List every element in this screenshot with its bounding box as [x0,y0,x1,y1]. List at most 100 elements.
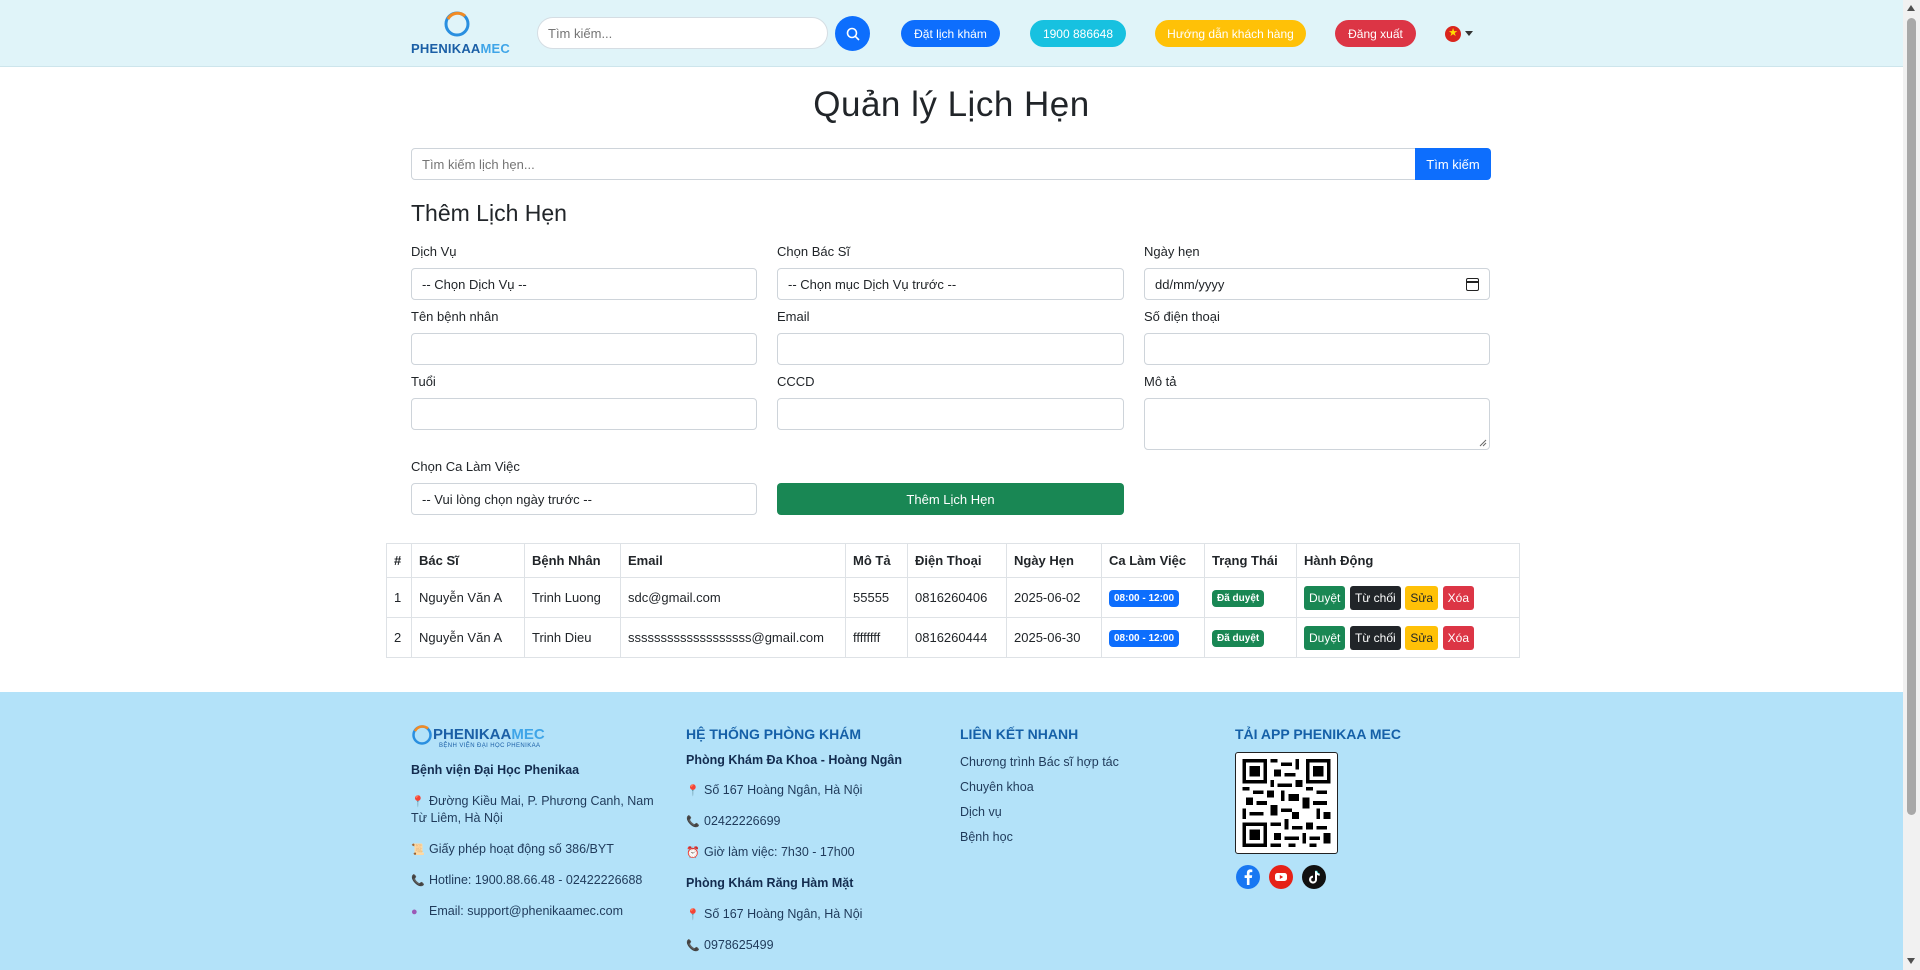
service-select-value: -- Chọn Dịch Vụ -- [422,276,527,292]
link-partner-doctors[interactable]: Chương trình Bác sĩ hợp tác [960,755,1119,769]
pin-icon: 📍 [686,785,700,797]
quick-links-heading: LIÊN KẾT NHANH [960,726,1079,742]
row-doctor: Nguyễn Văn A [411,577,525,618]
phone-label: Số điện thoại [1144,309,1220,324]
edit-button[interactable]: Sửa [1405,625,1439,650]
link-specialties[interactable]: Chuyên khoa [960,780,1034,794]
phone-icon: 📞 [686,940,700,952]
add-appointment-button[interactable]: Thêm Lịch Hẹn [777,483,1124,515]
email-input[interactable] [777,333,1124,365]
qr-code-icon [1242,759,1331,847]
table-row: 1 Nguyễn Văn A Trinh Luong sdc@gmail.com… [386,577,1520,618]
hotline-text: 📞 Hotline: 1900.88.66.48 - 02422226688 [411,873,643,887]
scrollbar-thumb[interactable] [1907,18,1916,815]
header-search-button[interactable] [835,16,870,51]
table-row: 2 Nguyễn Văn A Trinh Dieu ssssssssssssss… [386,617,1520,658]
row-actions: Duyệt Từ chối Sửa Xóa [1296,617,1520,658]
row-email: sdc@gmail.com [620,577,846,618]
book-appointment-button[interactable]: Đặt lịch khám [901,20,1000,47]
delete-button[interactable]: Xóa [1442,585,1475,610]
service-select[interactable]: -- Chọn Dịch Vụ -- [411,268,757,300]
clinic2-address: 📍 Số 167 Hoàng Ngân, Hà Nội [686,907,863,921]
row-email: sssssssssssssssssss@gmail.com [620,617,846,658]
page-title: Quản lý Lịch Hẹn [813,85,1090,124]
scroll-down-arrow-icon[interactable] [1907,958,1915,964]
resize-handle-icon[interactable] [1479,439,1487,447]
logout-button[interactable]: Đăng xuất [1335,20,1416,47]
pin-icon: 📍 [686,909,700,921]
page-scrollbar[interactable] [1903,0,1920,970]
doctor-select[interactable]: -- Chọn mục Dịch Vụ trước -- [777,268,1124,300]
patient-name-input[interactable] [411,333,757,365]
col-date-header: Ngày Hẹn [1006,543,1102,578]
logo-text: PHENIKAAMEC [411,41,510,56]
language-selector[interactable]: ★ [1445,21,1489,46]
row-description: ffffffff [845,617,908,658]
link-diseases[interactable]: Bệnh học [960,830,1013,844]
email-text: ● Email: support@phenikaamec.com [411,904,624,918]
app-heading: TẢI APP PHENIKAA MEC [1235,726,1401,742]
delete-button[interactable]: Xóa [1442,625,1475,650]
col-description-header: Mô Tả [845,543,908,578]
hospital-name: Bệnh viện Đại Học Phenikaa [411,763,580,777]
logo-mark-icon [444,11,470,37]
description-textarea[interactable] [1144,398,1490,450]
table-header-row: # Bác Sĩ Bệnh Nhân Email Mô Tả Điện Thoạ… [386,543,1520,578]
row-status-cell: Đã duyệt [1204,577,1297,618]
status-badge: Đã duyệt [1212,629,1265,647]
appointment-search-input[interactable] [411,148,1416,180]
age-input[interactable] [411,398,757,430]
clinic1-name: Phòng Khám Đa Khoa - Hoàng Ngân [686,753,902,767]
clinics-heading: HỆ THỐNG PHÒNG KHÁM [686,726,861,742]
license-text: 📜 Giấy phép hoạt động số 386/BYT [411,842,614,856]
service-label: Dịch Vụ [411,244,457,259]
site-logo[interactable]: PHENIKAAMEC [411,10,510,56]
col-email-header: Email [620,543,846,578]
phone-input[interactable] [1144,333,1490,365]
reject-button[interactable]: Từ chối [1349,625,1401,650]
search-icon [846,27,860,41]
row-doctor: Nguyễn Văn A [411,617,525,658]
row-number: 1 [386,577,412,618]
date-input[interactable]: dd/mm/yyyy [1144,268,1490,300]
shift-badge: 08:00 - 12:00 [1109,589,1180,607]
site-header: PHENIKAAMEC Đặt lịch khám 1900 886648 Hư… [0,0,1903,67]
form-title: Thêm Lịch Hẹn [411,200,567,226]
link-services[interactable]: Dịch vụ [960,805,1002,819]
reject-button[interactable]: Từ chối [1349,585,1401,610]
row-phone: 0816260406 [907,577,1007,618]
youtube-icon[interactable] [1269,865,1293,889]
row-shift-cell: 08:00 - 12:00 [1101,577,1205,618]
clinic1-address: 📍 Số 167 Hoàng Ngân, Hà Nội [686,783,863,797]
vietnam-flag-icon: ★ [1445,25,1461,42]
tiktok-icon[interactable] [1302,865,1326,889]
clinic1-hours: ⏰ Giờ làm việc: 7h30 - 17h00 [686,845,855,859]
facebook-icon[interactable] [1236,865,1260,889]
row-patient: Trinh Dieu [524,617,621,658]
appointment-search-button[interactable]: Tìm kiếm [1415,148,1491,180]
footer-logo-subtitle: BỆNH VIỆN ĐẠI HỌC PHENIKAA [439,743,541,749]
row-date: 2025-06-02 [1006,577,1102,618]
shift-select[interactable]: -- Vui lòng chọn ngày trước -- [411,483,757,515]
clinic2-name: Phòng Khám Răng Hàm Mặt [686,876,854,890]
age-label: Tuổi [411,374,436,389]
calendar-icon[interactable] [1466,278,1479,291]
footer-logo-text: PHENIKAAMEC [433,726,545,743]
pin-icon: 📍 [411,796,425,808]
col-doctor-header: Bác Sĩ [411,543,525,578]
clinic1-phone: 📞 02422226699 [686,814,781,828]
hotline-button[interactable]: 1900 886648 [1030,20,1126,47]
shift-select-value: -- Vui lòng chọn ngày trước -- [422,491,592,507]
customer-guide-button[interactable]: Hướng dẫn khách hàng [1155,20,1306,47]
header-search-input[interactable] [537,17,828,49]
app-qr-code [1235,752,1338,854]
scroll-icon: 📜 [411,844,425,856]
approve-button[interactable]: Duyệt [1304,625,1346,650]
scroll-up-arrow-icon[interactable] [1907,5,1915,11]
doctor-select-value: -- Chọn mục Dịch Vụ trước -- [788,276,957,292]
alarm-clock-icon: ⏰ [686,847,700,859]
approve-button[interactable]: Duyệt [1304,585,1346,610]
edit-button[interactable]: Sửa [1405,585,1439,610]
site-footer [0,692,1903,970]
cccd-input[interactable] [777,398,1124,430]
